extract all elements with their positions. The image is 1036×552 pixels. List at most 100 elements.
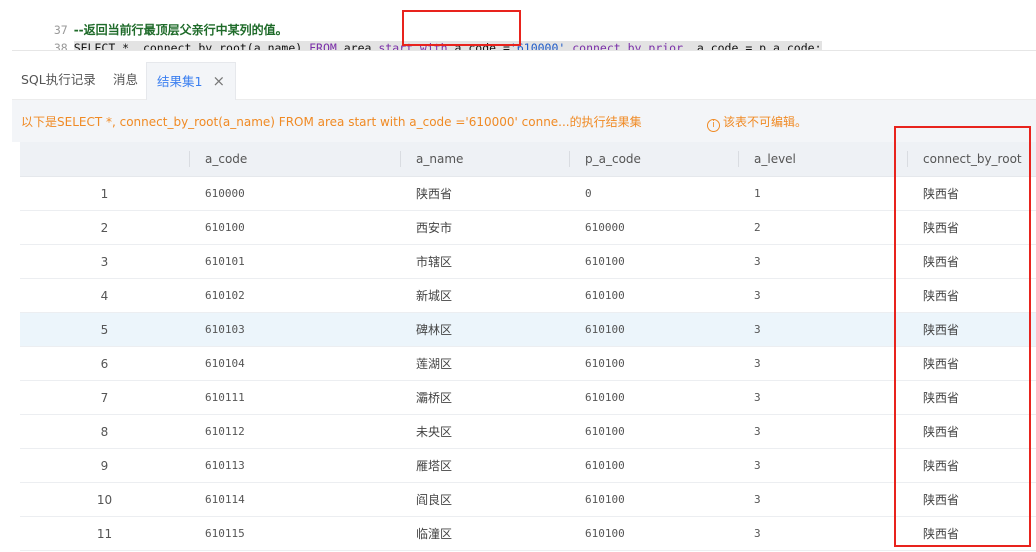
table-cell[interactable]: 610102 xyxy=(189,278,400,313)
table-cell[interactable]: 1 xyxy=(738,176,907,211)
table-cell[interactable]: 610100 xyxy=(569,482,738,517)
column-header[interactable]: p_a_code xyxy=(569,142,738,177)
table-cell[interactable]: 3 xyxy=(738,278,907,313)
column-header[interactable]: a_level xyxy=(738,142,907,177)
table-cell[interactable]: 610100 xyxy=(569,244,738,279)
table-row[interactable]: 1 610000 陕西省 0 1 陕西省 xyxy=(20,176,1036,211)
table-cell[interactable]: 3 xyxy=(738,448,907,483)
table-cell[interactable]: 2 xyxy=(738,210,907,245)
table-cell[interactable]: 雁塔区 xyxy=(400,448,569,483)
table-cell[interactable]: 610100 xyxy=(569,448,738,483)
row-index: 6 xyxy=(20,346,189,381)
row-index: 10 xyxy=(20,482,189,517)
table-cell[interactable]: 610104 xyxy=(189,346,400,381)
table-cell[interactable]: 610113 xyxy=(189,448,400,483)
table-row[interactable]: 6 610104 莲湖区 610100 3 陕西省 xyxy=(20,346,1036,381)
table-cell[interactable]: 未央区 xyxy=(400,414,569,449)
table-cell[interactable]: 莲湖区 xyxy=(400,346,569,381)
table-cell[interactable]: 610000 xyxy=(569,210,738,245)
sql-statement[interactable]: SELECT *, connect_by_root(a_name) FROM a… xyxy=(73,41,822,51)
table-cell[interactable]: 陕西省 xyxy=(907,380,1036,415)
table-cell[interactable]: 陕西省 xyxy=(400,176,569,211)
table-cell[interactable]: 陕西省 xyxy=(907,176,1036,211)
code-line-37[interactable]: 37 --返回当前行最顶层父亲行中某列的值。 xyxy=(12,3,288,37)
row-index: 5 xyxy=(20,312,189,347)
sql-editor[interactable]: 37 --返回当前行最顶层父亲行中某列的值。 38 SELECT *, connec… xyxy=(12,0,1036,51)
table-cell[interactable]: 陕西省 xyxy=(907,482,1036,517)
table-row[interactable]: 3 610101 市辖区 610100 3 陕西省 xyxy=(20,244,1036,279)
code-line-38[interactable]: 38 SELECT *, connect_by_root(a_name) FROM… xyxy=(12,21,822,50)
table-cell[interactable]: 阎良区 xyxy=(400,482,569,517)
table-cell[interactable]: 西安市 xyxy=(400,210,569,245)
table-cell[interactable]: 3 xyxy=(738,380,907,415)
table-cell[interactable]: 3 xyxy=(738,244,907,279)
table-row[interactable]: 8 610112 未央区 610100 3 陕西省 xyxy=(20,414,1036,449)
table-cell[interactable]: 陕西省 xyxy=(907,210,1036,245)
table-cell[interactable]: 灞桥区 xyxy=(400,380,569,415)
table-cell[interactable]: 610100 xyxy=(569,414,738,449)
row-index: 4 xyxy=(20,278,189,313)
table-cell[interactable]: 陕西省 xyxy=(907,244,1036,279)
row-index: 9 xyxy=(20,448,189,483)
table-cell[interactable]: 0 xyxy=(569,176,738,211)
table-cell[interactable]: 新城区 xyxy=(400,278,569,313)
table-cell[interactable]: 陕西省 xyxy=(907,278,1036,313)
row-index-header xyxy=(20,142,189,177)
table-cell[interactable]: 610101 xyxy=(189,244,400,279)
table-cell[interactable]: 临潼区 xyxy=(400,516,569,551)
column-header[interactable]: a_code xyxy=(189,142,400,177)
table-cell[interactable]: 610103 xyxy=(189,312,400,347)
table-cell[interactable]: 610100 xyxy=(569,516,738,551)
table-cell[interactable]: 610100 xyxy=(569,312,738,347)
table-cell[interactable]: 610115 xyxy=(189,516,400,551)
sql-token: area xyxy=(336,41,379,51)
table-cell[interactable]: 3 xyxy=(738,482,907,517)
table-cell[interactable]: 3 xyxy=(738,516,907,551)
column-header[interactable]: a_name xyxy=(400,142,569,177)
column-header[interactable]: connect_by_root xyxy=(907,142,1036,177)
table-cell[interactable]: 碑林区 xyxy=(400,312,569,347)
table-cell[interactable]: 陕西省 xyxy=(907,448,1036,483)
table-cell[interactable]: 610112 xyxy=(189,414,400,449)
table-cell[interactable]: 610100 xyxy=(189,210,400,245)
tab-messages[interactable]: 消息 xyxy=(113,62,138,99)
row-index: 2 xyxy=(20,210,189,245)
row-index: 7 xyxy=(20,380,189,415)
table-row[interactable]: 2 610100 西安市 610000 2 陕西省 xyxy=(20,210,1036,245)
table-row[interactable]: 4 610102 新城区 610100 3 陕西省 xyxy=(20,278,1036,313)
row-index: 11 xyxy=(20,516,189,551)
readonly-warning: i 该表不可编辑。 xyxy=(707,113,807,132)
table-row[interactable]: 7 610111 灞桥区 610100 3 陕西省 xyxy=(20,380,1036,415)
tab-sql-history[interactable]: SQL执行记录 xyxy=(21,62,96,99)
table-cell[interactable]: 陕西省 xyxy=(907,312,1036,347)
sql-token: a_code = p_a_code; xyxy=(683,41,822,51)
table-cell[interactable]: 陕西省 xyxy=(907,516,1036,551)
sql-token: connect by prior xyxy=(565,41,684,51)
code-line-39[interactable]: 39 xyxy=(12,39,74,50)
table-cell[interactable]: 610111 xyxy=(189,380,400,415)
warning-text: 该表不可编辑。 xyxy=(723,115,808,129)
table-cell[interactable]: 市辖区 xyxy=(400,244,569,279)
result-info-bar: 以下是SELECT *, connect_by_root(a_name) FRO… xyxy=(12,100,1036,142)
table-cell[interactable]: 610000 xyxy=(189,176,400,211)
table-row[interactable]: 9 610113 雁塔区 610100 3 陕西省 xyxy=(20,448,1036,483)
close-icon[interactable]: × xyxy=(212,72,225,90)
table-cell[interactable]: 610100 xyxy=(569,380,738,415)
table-cell[interactable]: 3 xyxy=(738,312,907,347)
tab-result-set-1[interactable]: 结果集1 × xyxy=(146,62,237,100)
sql-token: start with xyxy=(378,41,448,51)
table-cell[interactable]: 610100 xyxy=(569,278,738,313)
table-cell[interactable]: 610114 xyxy=(189,482,400,517)
sql-token: SELECT *, connect_by_root(a_name) xyxy=(73,41,310,51)
table-row[interactable]: 10 610114 阎良区 610100 3 陕西省 xyxy=(20,482,1036,517)
table-row[interactable]: 11 610115 临潼区 610100 3 陕西省 xyxy=(20,516,1036,551)
table-cell[interactable]: 陕西省 xyxy=(907,346,1036,381)
sql-token: FROM xyxy=(309,41,337,51)
table-row[interactable]: 5 610103 碑林区 610100 3 陕西省 xyxy=(20,312,1036,347)
table-cell[interactable]: 3 xyxy=(738,414,907,449)
table-cell[interactable]: 陕西省 xyxy=(907,414,1036,449)
table-cell[interactable]: 610100 xyxy=(569,346,738,381)
table-cell[interactable]: 3 xyxy=(738,346,907,381)
info-icon: i xyxy=(707,119,720,132)
result-grid: a_code a_name p_a_code a_level connect_b… xyxy=(20,142,1036,551)
